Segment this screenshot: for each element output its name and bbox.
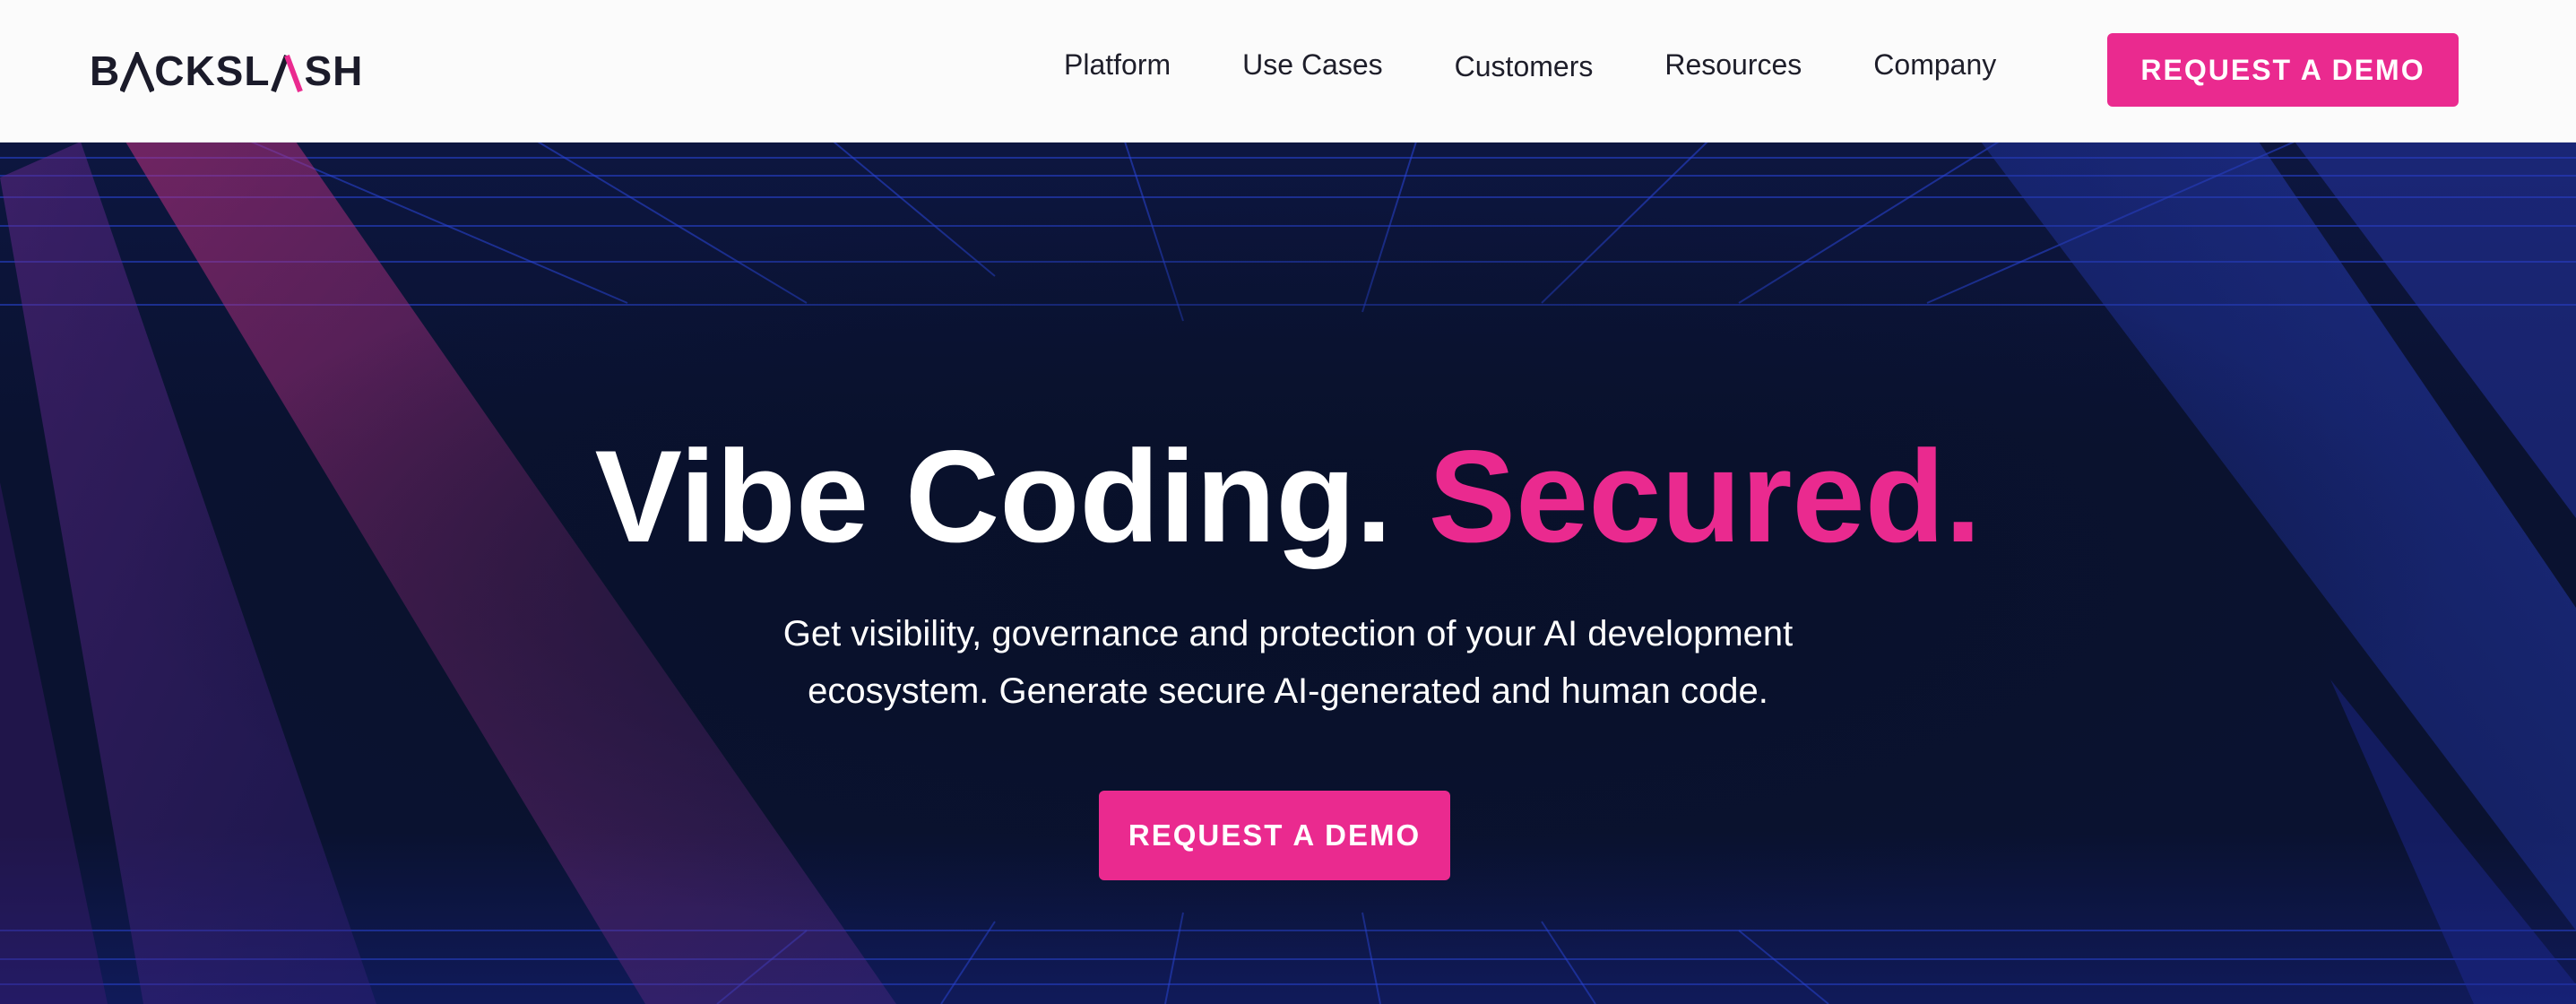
hero-headline-accent: Secured.	[1428, 423, 1982, 569]
hero-section: Vibe Coding. Secured. Get visibility, go…	[0, 142, 2576, 1004]
logo-letters-cksl: CKSL	[154, 48, 271, 94]
nav-item-platform[interactable]: Platform	[1064, 48, 1171, 82]
hero-request-demo-button[interactable]: REQUEST A DEMO	[1099, 791, 1450, 880]
nav-item-company[interactable]: Company	[1873, 48, 1996, 82]
backslash-logo[interactable]: B CKSL SH	[90, 47, 363, 95]
hero-subtitle: Get visibility, governance and protectio…	[705, 605, 1871, 720]
logo-a-mark	[120, 50, 155, 93]
logo-letters-sh: SH	[304, 48, 364, 94]
header-request-demo-button[interactable]: REQUEST A DEMO	[2107, 33, 2459, 107]
logo-letter-b: B	[90, 48, 121, 94]
main-nav: Platform Use Cases Customers Resources C…	[1064, 48, 1996, 82]
hero-subtitle-line-1: Get visibility, governance and protectio…	[782, 614, 1794, 653]
nav-item-customers[interactable]: Customers	[1455, 50, 1594, 83]
hero-headline: Vibe Coding. Secured.	[0, 431, 2576, 562]
site-header: B CKSL SH Platform Use Cases Customers R…	[0, 0, 2576, 143]
page: B CKSL SH Platform Use Cases Customers R…	[0, 0, 2576, 1004]
nav-item-use-cases[interactable]: Use Cases	[1242, 48, 1383, 82]
hero-headline-main: Vibe Coding.	[594, 423, 1393, 569]
logo-slash-mark	[270, 50, 304, 93]
nav-item-resources[interactable]: Resources	[1664, 48, 1802, 82]
hero-subtitle-line-2: ecosystem. Generate secure AI-generated …	[808, 671, 1768, 711]
